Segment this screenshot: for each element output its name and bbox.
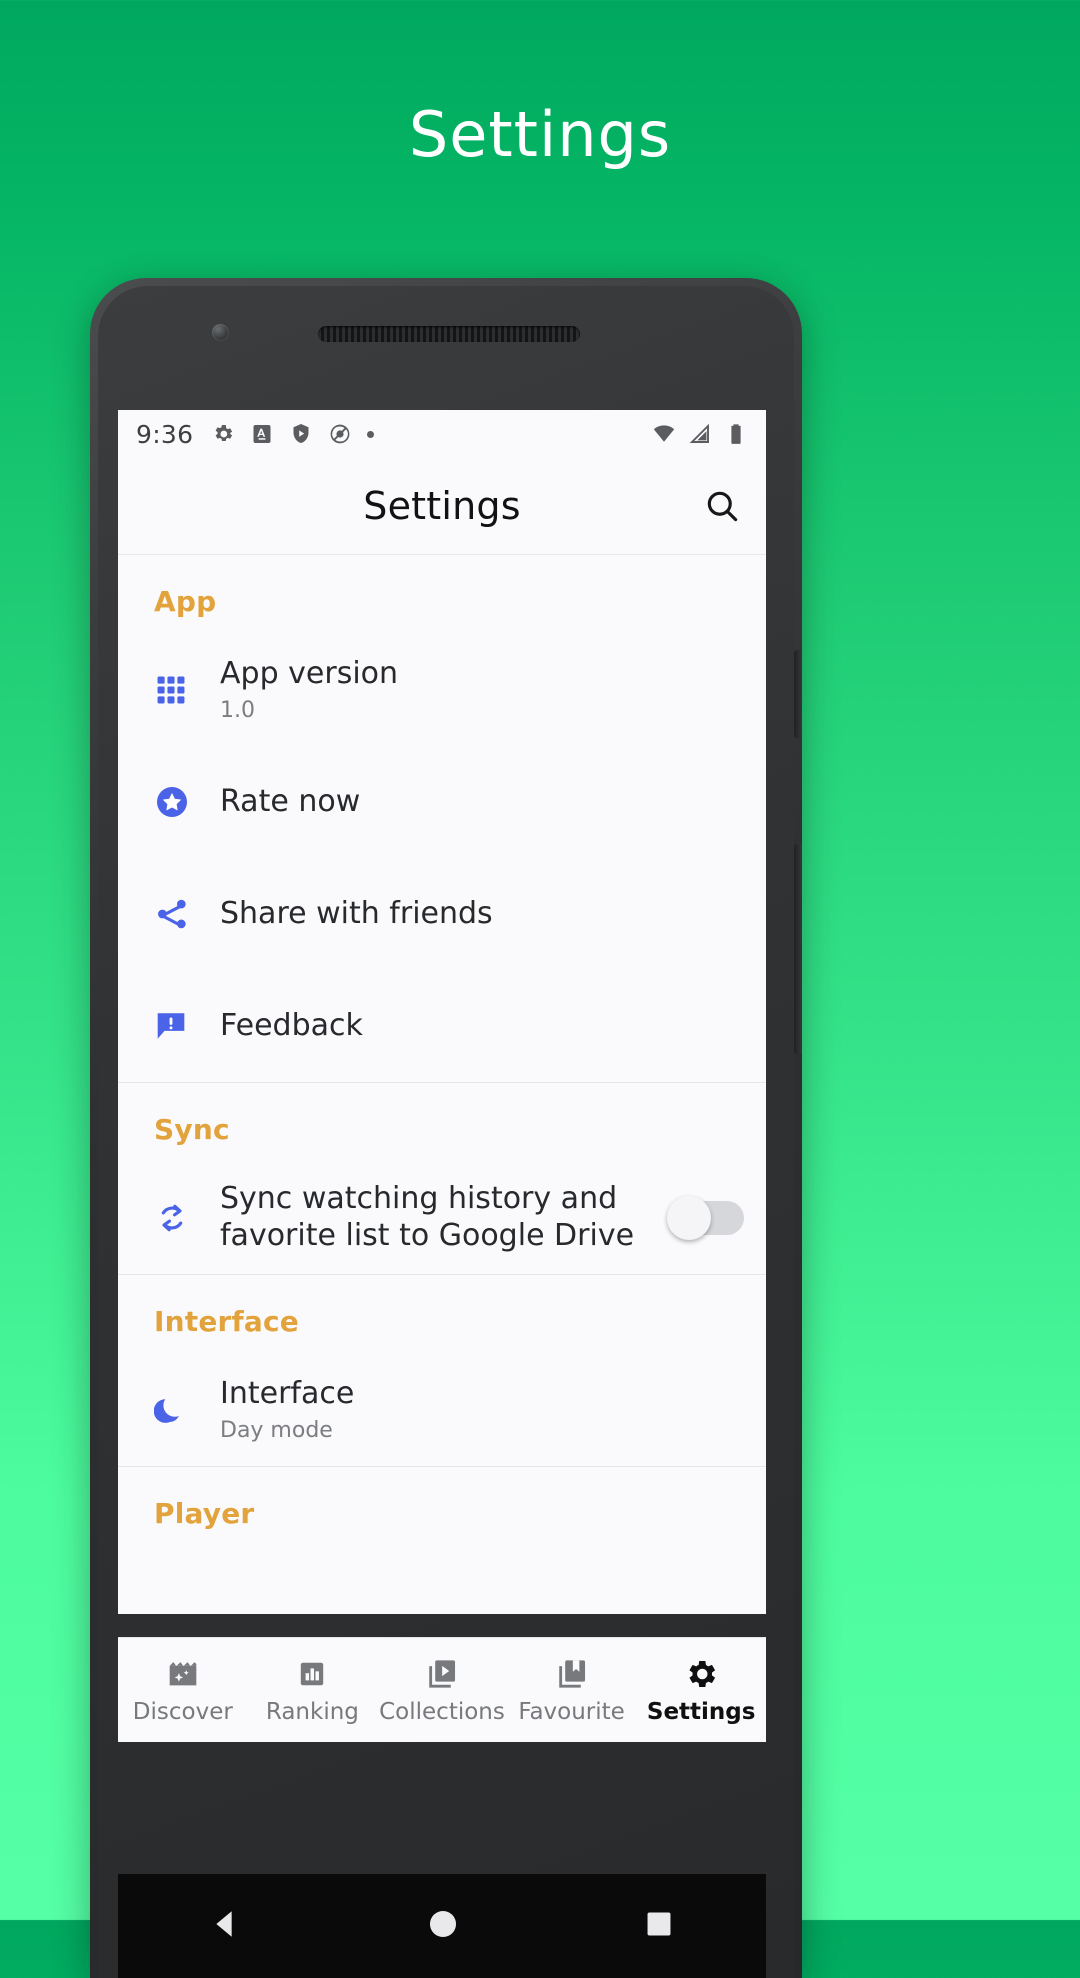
- recents-square-glyph: [647, 1912, 671, 1936]
- back-triangle-glyph: [216, 1911, 232, 1937]
- recents-square-icon[interactable]: [643, 1908, 675, 1944]
- page-title: Settings: [363, 484, 521, 528]
- row-interface[interactable]: Interface Day mode: [118, 1354, 766, 1466]
- signal-icon: [689, 423, 709, 443]
- shield-play-icon: [293, 424, 309, 443]
- system-navigation-bar: [118, 1874, 766, 1978]
- row-title: Feedback: [220, 1007, 363, 1043]
- bookmark-collection-glyph: [558, 1659, 585, 1688]
- nav-label: Favourite: [518, 1698, 625, 1725]
- wifi-icon: [653, 425, 675, 442]
- status-bar: 9:36: [118, 410, 766, 458]
- home-circle-glyph: [429, 1910, 457, 1938]
- row-rate-now[interactable]: Rate now: [118, 746, 766, 858]
- section-header-player: Player: [154, 1497, 255, 1530]
- promo-title: Settings: [408, 98, 672, 171]
- back-triangle-icon[interactable]: [209, 1907, 243, 1945]
- toggle-knob: [667, 1196, 711, 1240]
- nav-item-settings[interactable]: Settings: [636, 1656, 766, 1725]
- sync-toggle[interactable]: [667, 1196, 744, 1240]
- star-circle-glyph: [157, 787, 187, 817]
- search-icon[interactable]: [700, 484, 744, 528]
- search-glyph: [707, 491, 738, 522]
- row-title: Share with friends: [220, 895, 493, 931]
- row-title: App version: [220, 656, 399, 691]
- bottom-navigation: Discover Ranking Collections Favourite S…: [118, 1637, 766, 1742]
- gear-glyph: [689, 1660, 716, 1687]
- app-bar: Settings: [118, 458, 766, 555]
- moon-icon: [154, 1393, 216, 1427]
- gear-icon: [215, 425, 233, 441]
- nav-label: Collections: [379, 1698, 505, 1725]
- bookmark-collection-icon: [554, 1656, 590, 1692]
- nav-item-ranking[interactable]: Ranking: [248, 1656, 378, 1725]
- status-right-icons: [652, 422, 748, 446]
- feedback-bubble-glyph: [157, 1013, 185, 1039]
- row-share-with-friends[interactable]: Share with friends: [118, 858, 766, 970]
- nav-label: Settings: [646, 1698, 756, 1725]
- bar-chart-glyph: [301, 1662, 324, 1685]
- sync-refresh-icon: [154, 1200, 216, 1236]
- status-clock: 9:36: [136, 419, 194, 449]
- nav-item-collections[interactable]: Collections: [377, 1656, 507, 1725]
- clapperboard-sparkle-icon: [165, 1656, 201, 1692]
- star-circle-icon: [154, 784, 216, 820]
- share-glyph: [158, 899, 186, 929]
- status-left-icons: [211, 422, 375, 446]
- grid-apps-icon: [154, 673, 216, 707]
- bar-chart-icon: [294, 1656, 330, 1692]
- volume-button[interactable]: [794, 844, 802, 1054]
- row-title: Sync watching history and favorite list …: [220, 1181, 635, 1253]
- nav-item-favourite[interactable]: Favourite: [507, 1656, 637, 1725]
- section-header-interface: Interface: [154, 1305, 299, 1338]
- home-circle-icon[interactable]: [426, 1907, 460, 1945]
- video-collection-glyph: [429, 1659, 456, 1688]
- settings-list: App App version 1.0 Rate now Share with …: [118, 555, 766, 1606]
- row-app-version-text: App version 1.0: [216, 656, 744, 724]
- adblock-circle-icon: [330, 424, 350, 444]
- row-feedback-text: Feedback: [216, 1008, 744, 1045]
- front-camera-icon: [212, 324, 229, 341]
- dot-icon: [367, 430, 375, 438]
- moon-glyph: [154, 1399, 179, 1423]
- row-app-version[interactable]: App version 1.0: [118, 634, 766, 746]
- power-button[interactable]: [794, 650, 802, 738]
- section-header-sync: Sync: [154, 1113, 230, 1146]
- row-subtitle: 1.0: [220, 697, 255, 723]
- nav-label: Ranking: [265, 1698, 359, 1725]
- nav-item-discover[interactable]: Discover: [118, 1656, 248, 1725]
- row-title: Rate now: [220, 783, 361, 819]
- battery-icon: [731, 424, 741, 444]
- font-size-a-icon: [253, 425, 271, 443]
- row-title: Interface: [220, 1376, 355, 1411]
- video-collection-icon: [424, 1656, 460, 1692]
- section-header-app: App: [154, 585, 217, 618]
- sync-refresh-glyph: [161, 1204, 183, 1232]
- row-sync-google-drive[interactable]: Sync watching history and favorite list …: [118, 1162, 766, 1274]
- row-sync-text: Sync watching history and favorite list …: [216, 1181, 656, 1254]
- row-interface-text: Interface Day mode: [216, 1376, 744, 1444]
- grid-apps-glyph: [157, 676, 185, 704]
- share-icon: [154, 896, 216, 932]
- feedback-bubble-icon: [154, 1009, 216, 1043]
- gear-icon: [683, 1656, 719, 1692]
- clapperboard-sparkle-glyph: [169, 1661, 197, 1685]
- row-rate-now-text: Rate now: [216, 784, 744, 821]
- phone-screen: 9:36 Settings App App version 1.0 Rate n…: [118, 410, 766, 1614]
- phone-mockup: 9:36 Settings App App version 1.0 Rate n…: [90, 278, 802, 1978]
- row-subtitle: Day mode: [220, 1417, 333, 1443]
- nav-label: Discover: [132, 1698, 233, 1725]
- row-share-text: Share with friends: [216, 896, 744, 933]
- earpiece-speaker: [318, 326, 580, 342]
- row-feedback[interactable]: Feedback: [118, 970, 766, 1082]
